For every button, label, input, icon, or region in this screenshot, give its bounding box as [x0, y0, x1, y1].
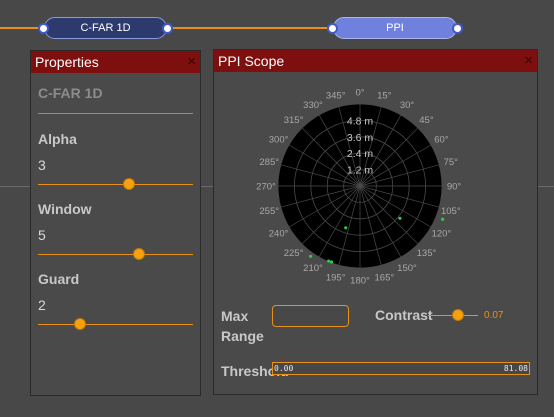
bearing-label: 210° [303, 263, 323, 274]
divider [38, 113, 193, 114]
window-value: 5 [38, 227, 46, 243]
target-return [329, 260, 334, 264]
guard-label: Guard [38, 271, 80, 287]
close-icon[interactable]: × [524, 50, 533, 72]
output-port[interactable] [162, 23, 173, 34]
target-return [327, 259, 331, 263]
node-ppi-label: PPI [386, 22, 404, 34]
max-range-label-line1: Max [221, 308, 249, 324]
ppi-scope-panel-title: PPI Scope [218, 53, 285, 69]
alpha-slider-thumb[interactable] [123, 178, 136, 190]
bearing-label: 285° [259, 157, 279, 168]
target-return [309, 254, 313, 258]
bearing-label: 195° [326, 272, 346, 283]
bearing-label: 240° [269, 229, 289, 240]
bearing-label: 165° [375, 272, 395, 283]
bearing-label: 330° [303, 100, 323, 111]
bearing-label: 0° [355, 88, 364, 99]
output-port[interactable] [452, 23, 463, 34]
canvas-grid-line [200, 186, 214, 187]
node-cfar-1d-label: C-FAR 1D [80, 22, 131, 34]
bearing-label: 180° [350, 276, 370, 287]
bearing-label: 90° [447, 182, 462, 193]
canvas-grid-line [0, 186, 30, 187]
bearing-label: 345° [326, 91, 346, 102]
window-slider-thumb[interactable] [132, 248, 145, 260]
range-ring-label: 1.2 m [347, 165, 374, 177]
threshold-range-slider[interactable]: 0.00 81.08 [272, 362, 530, 375]
close-icon[interactable]: × [187, 51, 196, 73]
alpha-value: 3 [38, 157, 46, 173]
input-port[interactable] [38, 23, 49, 34]
threshold-min-value: 0.00 [274, 364, 294, 373]
ppi-scope-panel-header[interactable]: PPI Scope × [214, 50, 537, 72]
target-return [344, 226, 348, 230]
alpha-slider[interactable] [38, 184, 193, 185]
bearing-label: 225° [284, 248, 304, 259]
target-return [398, 216, 402, 220]
target-return [441, 217, 445, 221]
contrast-value: 0.07 [484, 310, 504, 321]
contrast-slider-thumb[interactable] [452, 309, 464, 321]
alpha-label: Alpha [38, 131, 77, 147]
contrast-label: Contrast [375, 307, 433, 323]
range-ring-label: 2.4 m [347, 148, 374, 160]
ppi-scope-panel: PPI Scope × 1.2 m 2.4 m 3.6 m 4.8 m 0° 15° 30… [213, 49, 538, 395]
threshold-max-value: 81.08 [503, 364, 528, 373]
max-range-label: Max Range [221, 306, 264, 346]
guard-slider[interactable] [38, 324, 193, 325]
bearing-label: 150° [397, 263, 417, 274]
bearing-label: 30° [400, 100, 415, 111]
input-port[interactable] [327, 23, 338, 34]
bearing-label: 255° [259, 206, 279, 217]
guard-slider-thumb[interactable] [73, 318, 86, 330]
max-range-input[interactable] [272, 305, 349, 327]
properties-panel: Properties × C-FAR 1D Alpha 3 Window 5 G… [30, 50, 201, 396]
bearing-label: 120° [432, 229, 452, 240]
bearing-label: 315° [284, 115, 304, 126]
window-slider[interactable] [38, 254, 193, 255]
bearing-label: 15° [377, 91, 392, 102]
max-range-label-line2: Range [221, 328, 264, 344]
connection-wire-cfar-ppi [167, 27, 333, 29]
bearing-label: 135° [417, 248, 437, 259]
bearing-label: 60° [434, 135, 449, 146]
window-label: Window [38, 201, 92, 217]
bearing-label: 105° [441, 206, 461, 217]
bearing-label: 45° [419, 115, 434, 126]
bearing-label: 270° [256, 182, 276, 193]
range-ring-label: 4.8 m [347, 115, 374, 127]
range-ring-label: 3.6 m [347, 132, 374, 144]
node-cfar-1d[interactable]: C-FAR 1D [38, 17, 173, 39]
properties-panel-title: Properties [35, 54, 99, 70]
guard-value: 2 [38, 297, 46, 313]
node-name-heading: C-FAR 1D [38, 85, 103, 101]
canvas-grid-line [537, 186, 554, 187]
properties-panel-header[interactable]: Properties × [31, 51, 200, 73]
ppi-display[interactable]: 1.2 m 2.4 m 3.6 m 4.8 m 0° 15° 30° 45°60° 75° 90… [214, 74, 537, 304]
bearing-label: 300° [269, 135, 289, 146]
node-ppi[interactable]: PPI [327, 17, 463, 39]
bearing-label: 75° [444, 157, 459, 168]
